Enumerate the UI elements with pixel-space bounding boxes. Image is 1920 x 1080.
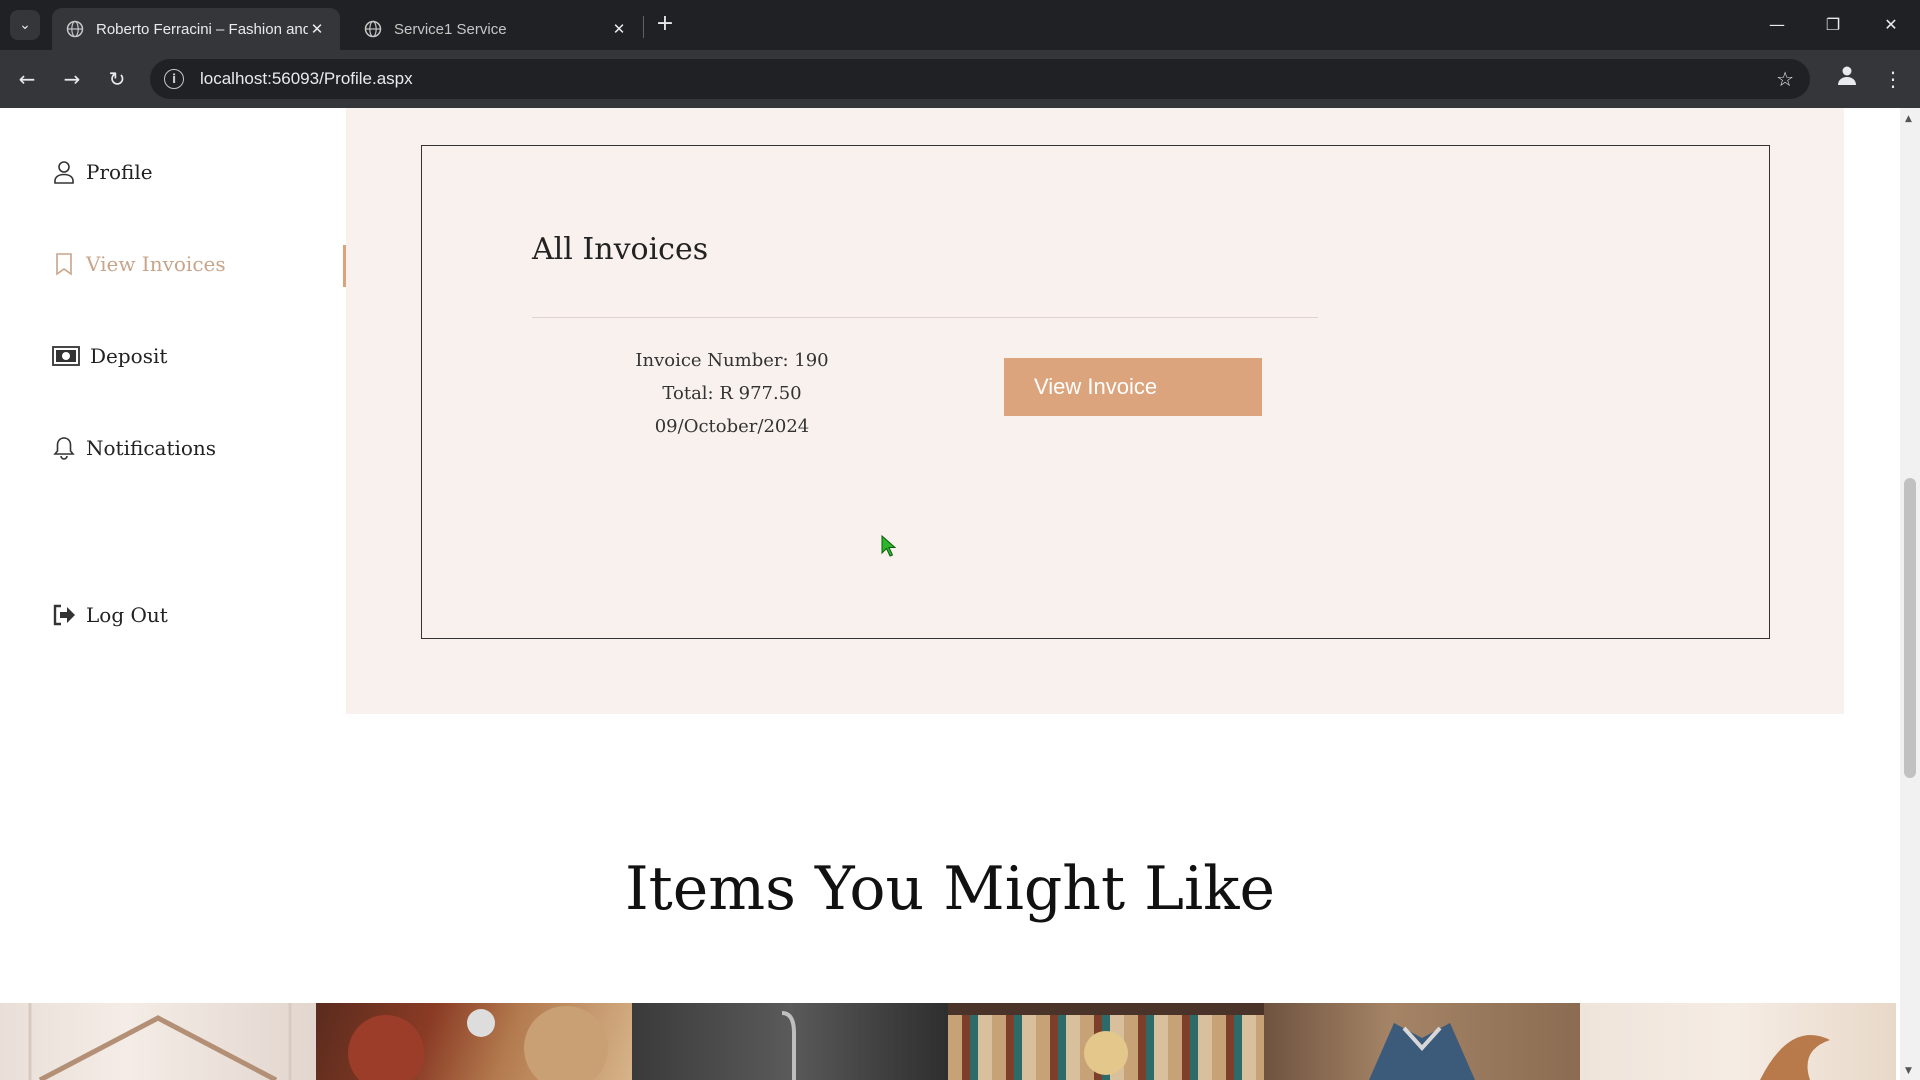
invoice-details: Invoice Number: 190 Total: R 977.50 09/O… [612,344,852,443]
close-icon[interactable]: ✕ [610,20,628,38]
page-scrollbar[interactable]: ▲ ▼ [1900,108,1920,1080]
sidebar-item-deposit[interactable]: Deposit [52,344,167,368]
window-close-icon[interactable]: ✕ [1876,12,1906,38]
sidebar-item-label: Deposit [90,344,168,368]
profile-sidebar: Profile View Invoices Deposit Notificati… [0,108,346,714]
reload-icon[interactable]: ↻ [102,64,132,94]
sidebar-item-label: Profile [86,160,153,184]
divider [532,317,1318,318]
product-thumbnail[interactable] [632,1003,948,1080]
sidebar-item-view-invoices[interactable]: View Invoices [52,252,226,276]
sidebar-item-log-out[interactable]: Log Out [52,603,168,627]
recommended-strip [0,1003,1900,1080]
invoices-box: All Invoices Invoice Number: 190 Total: … [421,145,1770,639]
logout-icon [52,603,76,627]
tab-separator [643,16,644,38]
recommended-title: Items You Might Like [624,854,1276,924]
product-thumbnail[interactable] [948,1003,1264,1080]
close-icon[interactable]: ✕ [308,20,326,38]
restore-icon[interactable]: ❐ [1818,12,1848,38]
sidebar-item-label: View Invoices [86,252,226,276]
sidebar-item-label: Notifications [86,436,217,460]
person-icon [1838,66,1856,85]
sidebar-item-profile[interactable]: Profile [52,160,153,184]
browser-toolbar: ← → ↻ i localhost:56093/Profile.aspx ☆ ⋮ [0,50,1920,108]
minimize-icon[interactable]: — [1762,12,1792,38]
view-invoice-button[interactable]: View Invoice [1004,358,1262,416]
browser-tab-bar: ⌄ Roberto Ferracini – Fashion and ✕ Serv… [0,0,1920,50]
bookmark-star-icon[interactable]: ☆ [1776,67,1794,91]
tab-title: Service1 Service [394,20,507,38]
tab-search-button[interactable]: ⌄ [10,10,40,40]
money-icon [52,344,80,368]
new-tab-button[interactable]: + [652,12,678,38]
product-thumbnail[interactable] [0,1003,316,1080]
invoice-date: 09/October/2024 [654,416,810,437]
profile-avatar-icon[interactable] [1832,64,1862,94]
user-icon [52,160,76,184]
tab-roberto-ferracini[interactable]: Roberto Ferracini – Fashion and ✕ [52,8,340,50]
product-thumbnail[interactable] [1264,1003,1580,1080]
back-arrow-icon[interactable]: ← [12,64,42,94]
product-thumbnail[interactable] [1580,1003,1896,1080]
tab-title: Roberto Ferracini – Fashion and [96,20,308,38]
globe-icon [364,20,382,38]
bookmark-icon [52,252,76,276]
forward-arrow-icon[interactable]: → [57,64,87,94]
product-thumbnail[interactable] [316,1003,632,1080]
scroll-up-arrow-icon[interactable]: ▲ [1905,114,1912,124]
tab-service1[interactable]: Service1 Service ✕ [350,8,642,50]
site-info-icon[interactable]: i [164,69,184,89]
menu-dots-icon[interactable]: ⋮ [1878,64,1908,94]
page-title: All Invoices [532,232,709,267]
mouse-cursor-icon [881,535,897,557]
bell-icon [52,436,76,460]
globe-icon [66,20,84,38]
invoice-number: Invoice Number: 190 [635,350,829,371]
address-bar[interactable]: i localhost:56093/Profile.aspx ☆ [150,59,1810,99]
invoices-panel: All Invoices Invoice Number: 190 Total: … [346,108,1844,714]
invoice-total: Total: R 977.50 [662,383,802,404]
page-viewport: Profile View Invoices Deposit Notificati… [0,108,1900,1080]
scroll-down-arrow-icon[interactable]: ▼ [1905,1066,1912,1076]
scrollbar-thumb[interactable] [1904,478,1916,778]
sidebar-item-label: Log Out [86,603,168,627]
address-url[interactable]: localhost:56093/Profile.aspx [200,69,413,89]
sidebar-item-notifications[interactable]: Notifications [52,436,216,460]
